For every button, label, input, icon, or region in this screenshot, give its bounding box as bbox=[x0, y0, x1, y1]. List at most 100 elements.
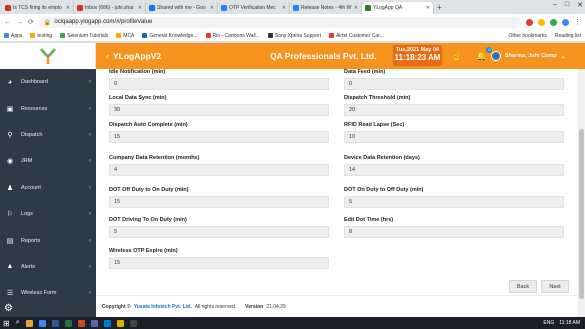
field-label: Device Data Retention (days) bbox=[344, 155, 420, 161]
browser-tab[interactable]: Inbox (686) - juhi.shar ✕ bbox=[74, 2, 146, 14]
field-input[interactable]: 15 bbox=[109, 196, 329, 208]
outlook-icon[interactable] bbox=[103, 319, 111, 327]
field-input[interactable]: 4 bbox=[109, 164, 329, 176]
menu-kebab-icon[interactable]: ⋮ bbox=[574, 18, 581, 26]
form-field: DOT Driving To On Duty (min) 5 bbox=[109, 217, 329, 238]
user-menu[interactable]: Sharma, Juhi Comp ⌄ bbox=[491, 51, 566, 61]
bookmark-item[interactable]: Rio - Cartoons Wall... bbox=[205, 33, 260, 39]
sidebar-item-account[interactable]: ♟ Account ‹ bbox=[0, 175, 96, 201]
word-icon[interactable] bbox=[51, 319, 59, 327]
sidebar-item-label: Wireless Form bbox=[21, 290, 57, 297]
browser-tab[interactable]: YLogApp QA ✕ bbox=[362, 2, 434, 14]
powerpoint-icon[interactable] bbox=[77, 319, 85, 327]
field-input[interactable]: 14 bbox=[344, 164, 564, 176]
forward-nav-icon[interactable]: → bbox=[16, 19, 23, 26]
excel-icon[interactable] bbox=[64, 319, 72, 327]
sidebar-item-logs[interactable]: ⚐ Logs ‹ bbox=[0, 201, 96, 227]
extension-icon[interactable] bbox=[550, 18, 557, 26]
version-label: Version bbox=[245, 303, 264, 310]
field-input[interactable]: 8 bbox=[344, 226, 564, 238]
minimize-icon[interactable]: – bbox=[553, 1, 557, 9]
tab-close-icon[interactable]: ✕ bbox=[210, 5, 214, 11]
next-button[interactable]: Next bbox=[541, 280, 569, 293]
form-field: Dispatch Auto Complete (min) 15 bbox=[109, 122, 329, 143]
sidebar-item-jrm[interactable]: ◉ JRM ‹ bbox=[0, 148, 96, 174]
bookmark-item[interactable]: Airtel Customer Car... bbox=[328, 33, 384, 39]
scrollbar-thumb[interactable] bbox=[579, 129, 584, 299]
back-nav-icon[interactable]: ← bbox=[4, 19, 11, 26]
url-input[interactable]: 🔒 ociqaapp.ylogapp.com/#/profileValue bbox=[38, 16, 521, 28]
settings-gear-icon[interactable]: ⚙ bbox=[4, 303, 13, 314]
close-icon[interactable]: ✕ bbox=[577, 1, 583, 9]
current-time: 11:18:23 AM bbox=[394, 53, 441, 62]
field-input[interactable]: 20 bbox=[344, 104, 564, 116]
teams-icon[interactable] bbox=[90, 319, 98, 327]
search-icon[interactable]: ⌕ bbox=[16, 319, 20, 327]
sidebar-item-dispatch[interactable]: ⚲ Dispatch ‹ bbox=[0, 122, 96, 148]
bookmark-item[interactable]: Selenium Tutorials bbox=[60, 33, 108, 39]
field-input[interactable]: 10 bbox=[344, 131, 564, 143]
browser-tab[interactable]: Is TCS firing its emplo ✕ bbox=[2, 2, 74, 14]
sidebar-item-label: Dispatch bbox=[21, 131, 43, 138]
field-input[interactable]: 5 bbox=[109, 226, 329, 238]
field-input[interactable]: 30 bbox=[109, 104, 329, 116]
company-name: QA Professionals Pvt. Ltd. bbox=[270, 51, 377, 61]
company-link[interactable]: Yusata Infotech Pvt. Ltd. bbox=[134, 304, 192, 310]
field-label: Dispatch Auto Complete (min) bbox=[109, 122, 188, 128]
browser-tab[interactable]: Shared with me - Goo ✕ bbox=[146, 2, 218, 14]
extension-icon[interactable] bbox=[526, 18, 533, 26]
field-input[interactable]: 5 bbox=[344, 196, 564, 208]
tab-close-icon[interactable]: ✕ bbox=[354, 5, 358, 11]
new-tab-button[interactable]: + bbox=[434, 2, 445, 14]
bookmark-item[interactable]: testing bbox=[30, 33, 52, 39]
file-explorer-icon[interactable] bbox=[25, 319, 33, 327]
other-bookmarks[interactable]: Other bookmarks bbox=[509, 33, 547, 39]
lang-indicator[interactable]: ENG bbox=[543, 320, 554, 326]
dashboard-icon: ◕ bbox=[7, 78, 13, 86]
field-input[interactable]: 0 bbox=[109, 78, 329, 90]
tab-close-icon[interactable]: ✕ bbox=[282, 5, 286, 11]
sidebar-item-dashboard[interactable]: ◕ Dashboard ‹ bbox=[0, 69, 96, 95]
bookmark-item[interactable]: General Knowledge... bbox=[142, 32, 198, 39]
logo[interactable] bbox=[0, 43, 96, 69]
reload-icon[interactable]: ⟳ bbox=[28, 18, 34, 26]
hand-pointer-icon[interactable]: ☝ bbox=[451, 51, 462, 62]
header-back-icon[interactable]: ‹ bbox=[106, 51, 109, 61]
sidebar-item-resources[interactable]: ▣ Resources ‹ bbox=[0, 95, 96, 121]
back-button[interactable]: Back bbox=[509, 280, 537, 293]
version-number: 21.04.29 bbox=[266, 303, 286, 310]
app-icon[interactable] bbox=[129, 319, 137, 327]
notification-bell-icon[interactable]: 🔔 0 bbox=[476, 46, 493, 62]
tab-favicon-icon bbox=[221, 5, 227, 11]
scrollbar[interactable] bbox=[578, 69, 585, 317]
tab-strip: Is TCS firing its emplo ✕ Inbox (686) - ju… bbox=[0, 0, 585, 14]
sidebar-menu: ◕ Dashboard ‹ ▣ Resources ‹ ⚲ Dispatch ‹ ◉ JRM ‹ ♟ Ac… bbox=[0, 69, 96, 307]
bookmark-label: General Knowledge... bbox=[149, 32, 198, 39]
windows-start-icon[interactable]: ⊞ bbox=[3, 319, 10, 328]
bookmark-item[interactable]: Apps bbox=[4, 33, 22, 39]
profile-avatar-icon[interactable] bbox=[562, 18, 569, 26]
sticky-notes-icon[interactable] bbox=[116, 319, 124, 327]
tab-close-icon[interactable]: ✕ bbox=[138, 5, 142, 11]
tab-close-icon[interactable]: ✕ bbox=[66, 5, 70, 11]
sidebar-item-wireless-form[interactable]: ☰ Wireless Form ‹ bbox=[0, 280, 96, 306]
field-label: Dispatch Threshold (min) bbox=[344, 95, 411, 101]
bookmark-item[interactable]: Sony Xperia Support bbox=[267, 33, 321, 39]
sidebar-item-reports[interactable]: ▤ Reports ‹ bbox=[0, 227, 96, 253]
maximize-icon[interactable]: □ bbox=[565, 1, 569, 9]
field-input[interactable]: 15 bbox=[109, 257, 329, 269]
tab-close-icon[interactable]: ✕ bbox=[426, 5, 430, 11]
sidebar-item-alerts[interactable]: ▲ Alerts ‹ bbox=[0, 254, 96, 280]
extension-icon[interactable] bbox=[538, 18, 545, 26]
reading-list[interactable]: Reading list bbox=[555, 33, 581, 39]
chevron-left-icon: ‹ bbox=[89, 237, 91, 244]
field-label: Company Data Retention (months) bbox=[109, 155, 200, 161]
browser-tab[interactable]: Release Notes - 4th W ✕ bbox=[290, 2, 362, 14]
browser-tab[interactable]: OTP Verification Mec ✕ bbox=[218, 2, 290, 14]
taskbar-clock[interactable]: 11:18 AM bbox=[559, 320, 580, 326]
bookmark-item[interactable]: MCA bbox=[116, 33, 134, 39]
chrome-icon[interactable] bbox=[38, 319, 46, 327]
field-input[interactable]: 15 bbox=[109, 131, 329, 143]
app-header: ‹ YLogAppV2 QA Professionals Pvt. Ltd. T… bbox=[96, 43, 585, 69]
field-input[interactable]: 0 bbox=[344, 78, 564, 90]
